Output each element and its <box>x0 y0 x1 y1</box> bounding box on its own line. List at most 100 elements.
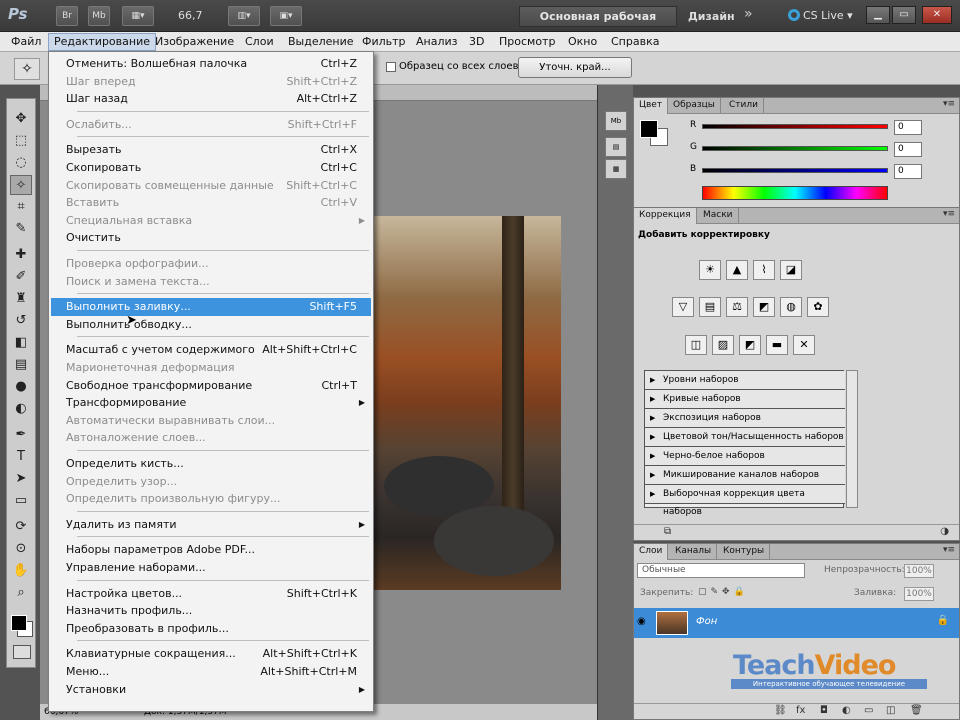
panel-menu-icon[interactable]: ▾≡ <box>943 209 955 219</box>
menu-item-paste[interactable]: Вставить Ctrl+V <box>51 194 371 212</box>
layer-row[interactable]: ◉ Фон 🔒 <box>634 608 959 638</box>
workspace-design[interactable]: Дизайн <box>688 10 735 23</box>
levels-icon[interactable]: ▲ <box>726 260 748 280</box>
menu-item-define-custom-shape[interactable]: Определить произвольную фигуру... <box>51 490 371 508</box>
blur-tool-icon[interactable]: ● <box>10 377 32 397</box>
magic-wand-preset-icon[interactable]: ✧ <box>14 58 40 80</box>
menu-item-transform[interactable]: Трансформирование ▶ <box>51 394 371 412</box>
menu-item-define-pattern[interactable]: Определить узор... <box>51 473 371 491</box>
tab-channels[interactable]: Каналы <box>670 544 718 560</box>
refine-edge-button[interactable]: Уточн. край... <box>518 57 632 78</box>
posterize-icon[interactable]: ▨ <box>712 335 734 355</box>
list-item[interactable]: Экспозиция наборов <box>645 409 845 428</box>
history-panel-icon[interactable]: ▤ <box>605 137 627 157</box>
crop-tool-icon[interactable]: ⌗ <box>10 197 32 217</box>
color-foreground-swatch[interactable] <box>640 120 658 138</box>
forest-photo[interactable] <box>374 216 561 590</box>
menu-layers[interactable]: Слои <box>240 33 279 51</box>
shape-tool-icon[interactable]: ▭ <box>10 491 32 511</box>
tab-color[interactable]: Цвет <box>634 98 669 114</box>
adjustment-layer-icon[interactable]: ◐ <box>842 705 851 716</box>
healing-brush-tool-icon[interactable]: ✚ <box>10 245 32 265</box>
menu-item-define-brush[interactable]: Определить кисть... <box>51 455 371 473</box>
list-item[interactable]: Микширование каналов наборов <box>645 466 845 485</box>
menu-file[interactable]: Файл <box>6 33 46 51</box>
hand-tool-icon[interactable]: ✋ <box>10 561 32 581</box>
exposure-icon[interactable]: ◪ <box>780 260 802 280</box>
list-item[interactable]: Выборочная коррекция цвета наборов <box>645 485 845 517</box>
invert-icon[interactable]: ◫ <box>685 335 707 355</box>
menu-item-copy[interactable]: Скопировать Ctrl+C <box>51 159 371 177</box>
eyedropper-tool-icon[interactable]: ✎ <box>10 219 32 239</box>
menu-window[interactable]: Окно <box>563 33 602 51</box>
menu-item-free-transform[interactable]: Свободное трансформирование Ctrl+T <box>51 377 371 395</box>
tab-masks[interactable]: Маски <box>698 208 739 224</box>
g-value[interactable]: 0 <box>894 142 922 157</box>
view-mode-icon[interactable]: ◑ <box>940 526 949 537</box>
b-value[interactable]: 0 <box>894 164 922 179</box>
panel-menu-icon[interactable]: ▾≡ <box>943 545 955 555</box>
zoom-tool-icon[interactable]: ⌕ <box>10 583 32 603</box>
magic-wand-tool-icon[interactable]: ✧ <box>10 175 32 195</box>
properties-panel-icon[interactable]: ▦ <box>605 159 627 179</box>
menu-analysis[interactable]: Анализ <box>411 33 463 51</box>
menu-item-undo[interactable]: Отменить: Волшебная палочка Ctrl+Z <box>51 55 371 73</box>
delete-layer-icon[interactable]: 🗑 <box>910 705 923 716</box>
brightness-contrast-icon[interactable]: ☀ <box>699 260 721 280</box>
clone-stamp-tool-icon[interactable]: ♜ <box>10 289 32 309</box>
more-workspaces-icon[interactable]: » <box>744 6 753 22</box>
panel-menu-icon[interactable]: ▾≡ <box>943 99 955 109</box>
tab-swatches[interactable]: Образцы <box>668 98 721 114</box>
layer-name[interactable]: Фон <box>696 616 717 627</box>
presets-scrollbar[interactable] <box>846 370 858 508</box>
type-tool-icon[interactable]: T <box>10 447 32 467</box>
tab-layers[interactable]: Слои <box>634 544 669 560</box>
move-tool-icon[interactable]: ✥ <box>10 109 32 129</box>
minimize-button[interactable]: ▁ <box>866 6 890 24</box>
tab-styles[interactable]: Стили <box>724 98 764 114</box>
history-brush-tool-icon[interactable]: ↺ <box>10 311 32 331</box>
marquee-tool-icon[interactable]: ⬚ <box>10 131 32 151</box>
layer-style-icon[interactable]: fx <box>796 705 805 716</box>
list-item[interactable]: Цветовой тон/Насыщенность наборов <box>645 428 845 447</box>
menu-item-purge[interactable]: Удалить из памяти ▶ <box>51 516 371 534</box>
channel-mixer-icon[interactable]: ✿ <box>807 297 829 317</box>
menu-3d[interactable]: 3D <box>464 33 489 51</box>
menu-item-clear[interactable]: Очистить <box>51 229 371 247</box>
foreground-color-swatch[interactable] <box>11 615 27 631</box>
menu-item-auto-align-layers[interactable]: Автоматически выравнивать слои... <box>51 412 371 430</box>
add-mask-icon[interactable]: ◘ <box>820 705 828 716</box>
menu-filter[interactable]: Фильтр <box>357 33 411 51</box>
close-button[interactable]: ✕ <box>922 6 952 24</box>
menu-item-content-aware-scale[interactable]: Масштаб с учетом содержимого Alt+Shift+Ct… <box>51 341 371 359</box>
quick-mask-icon[interactable] <box>13 645 31 659</box>
path-selection-tool-icon[interactable]: ➤ <box>10 469 32 489</box>
mini-bridge-panel-icon[interactable]: Mb <box>605 111 627 131</box>
menu-item-color-settings[interactable]: Настройка цветов... Shift+Ctrl+K <box>51 585 371 603</box>
view-extras-button[interactable]: ▦▾ <box>122 6 154 26</box>
menu-item-copy-merged[interactable]: Скопировать совмещенные данные Shift+Ctrl… <box>51 177 371 195</box>
threshold-icon[interactable]: ◩ <box>739 335 761 355</box>
3d-orbit-tool-icon[interactable]: ⊙ <box>10 539 32 559</box>
maximize-button[interactable]: ▭ <box>892 6 916 24</box>
menu-item-paste-special[interactable]: Специальная вставка ▶ <box>51 212 371 230</box>
menu-item-assign-profile[interactable]: Назначить профиль... <box>51 602 371 620</box>
menu-item-step-back[interactable]: Шаг назад Alt+Ctrl+Z <box>51 90 371 108</box>
menu-item-preset-manager[interactable]: Управление наборами... <box>51 559 371 577</box>
zoom-level[interactable]: 66,7 <box>178 9 203 22</box>
gradient-tool-icon[interactable]: ▤ <box>10 355 32 375</box>
fill-input[interactable]: 100% <box>904 587 934 601</box>
3d-rotate-tool-icon[interactable]: ⟳ <box>10 517 32 537</box>
menu-item-menus[interactable]: Меню... Alt+Shift+Ctrl+M <box>51 663 371 681</box>
menu-item-keyboard-shortcuts[interactable]: Клавиатурные сокращения... Alt+Shift+Ctrl… <box>51 645 371 663</box>
pen-tool-icon[interactable]: ✒ <box>10 425 32 445</box>
color-spectrum[interactable] <box>702 186 888 200</box>
screen-mode-button[interactable]: ▣▾ <box>270 6 302 26</box>
sample-all-layers-checkbox[interactable] <box>386 62 396 72</box>
brush-tool-icon[interactable]: ✐ <box>10 267 32 287</box>
clip-icon[interactable]: ⧉ <box>664 526 671 537</box>
opacity-input[interactable]: 100% <box>904 564 934 578</box>
b-slider[interactable] <box>702 168 888 173</box>
hue-saturation-icon[interactable]: ▤ <box>699 297 721 317</box>
menu-item-stroke[interactable]: Выполнить обводку... <box>51 316 371 334</box>
